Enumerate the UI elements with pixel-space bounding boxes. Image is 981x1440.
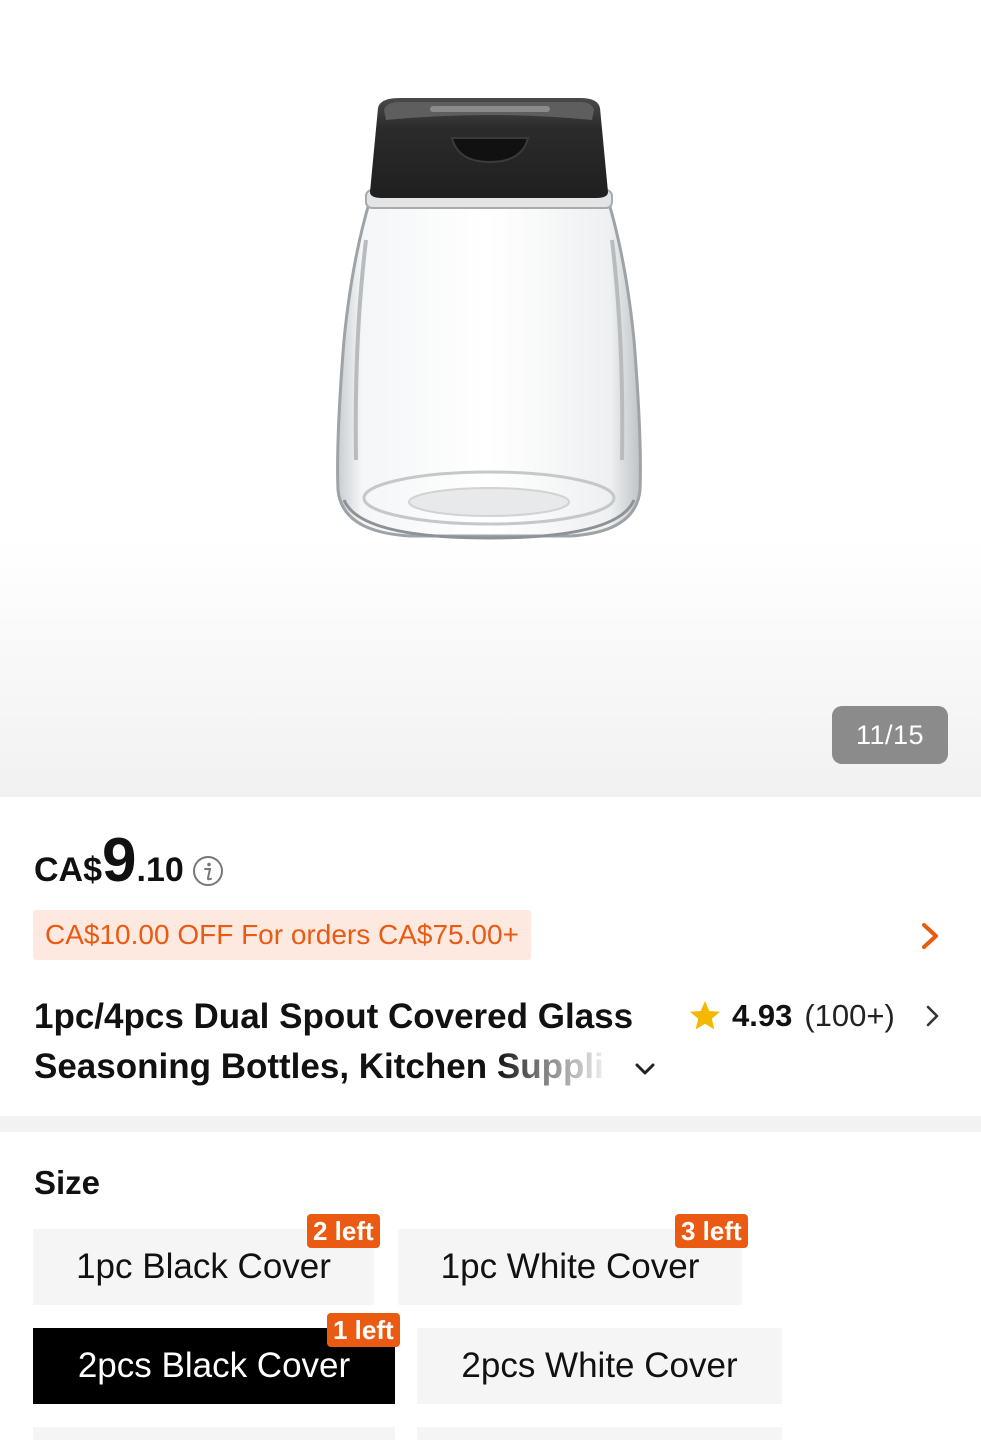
- chevron-right-icon[interactable]: [924, 1003, 942, 1029]
- size-label: Size: [34, 1164, 101, 1201]
- price: CA$ 9 .10: [34, 830, 224, 894]
- image-counter: 11/15: [832, 706, 948, 764]
- rating-summary[interactable]: 4.93 (100+): [688, 996, 895, 1036]
- info-icon[interactable]: [192, 855, 224, 887]
- review-count: (100+): [804, 998, 895, 1033]
- stock-badge: 3 left: [675, 1214, 748, 1248]
- product-title[interactable]: 1pc/4pcs Dual Spout Covered Glass Season…: [34, 992, 674, 1092]
- price-decimal: .10: [136, 851, 184, 889]
- product-title-truncated: Suppli: [496, 1047, 604, 1086]
- price-currency: CA$: [34, 851, 103, 889]
- product-image[interactable]: [300, 80, 680, 550]
- chevron-right-icon[interactable]: [916, 920, 944, 952]
- size-option-partial[interactable]: [33, 1427, 395, 1440]
- section-divider: [0, 1116, 981, 1132]
- price-integer: 9: [102, 826, 137, 895]
- chevron-down-icon[interactable]: [632, 1058, 658, 1080]
- stock-badge: 1 left: [327, 1313, 400, 1347]
- rating-score: 4.93: [732, 998, 793, 1033]
- size-option-partial[interactable]: [417, 1427, 782, 1440]
- star-icon: [690, 1001, 720, 1030]
- stock-badge: 2 left: [307, 1214, 380, 1248]
- product-image-gallery[interactable]: 11/15: [0, 0, 981, 797]
- size-option-2pcs-white-cover[interactable]: 2pcs White Cover: [417, 1328, 782, 1404]
- coupon-promo-banner[interactable]: CA$10.00 OFF For orders CA$75.00+: [33, 910, 531, 960]
